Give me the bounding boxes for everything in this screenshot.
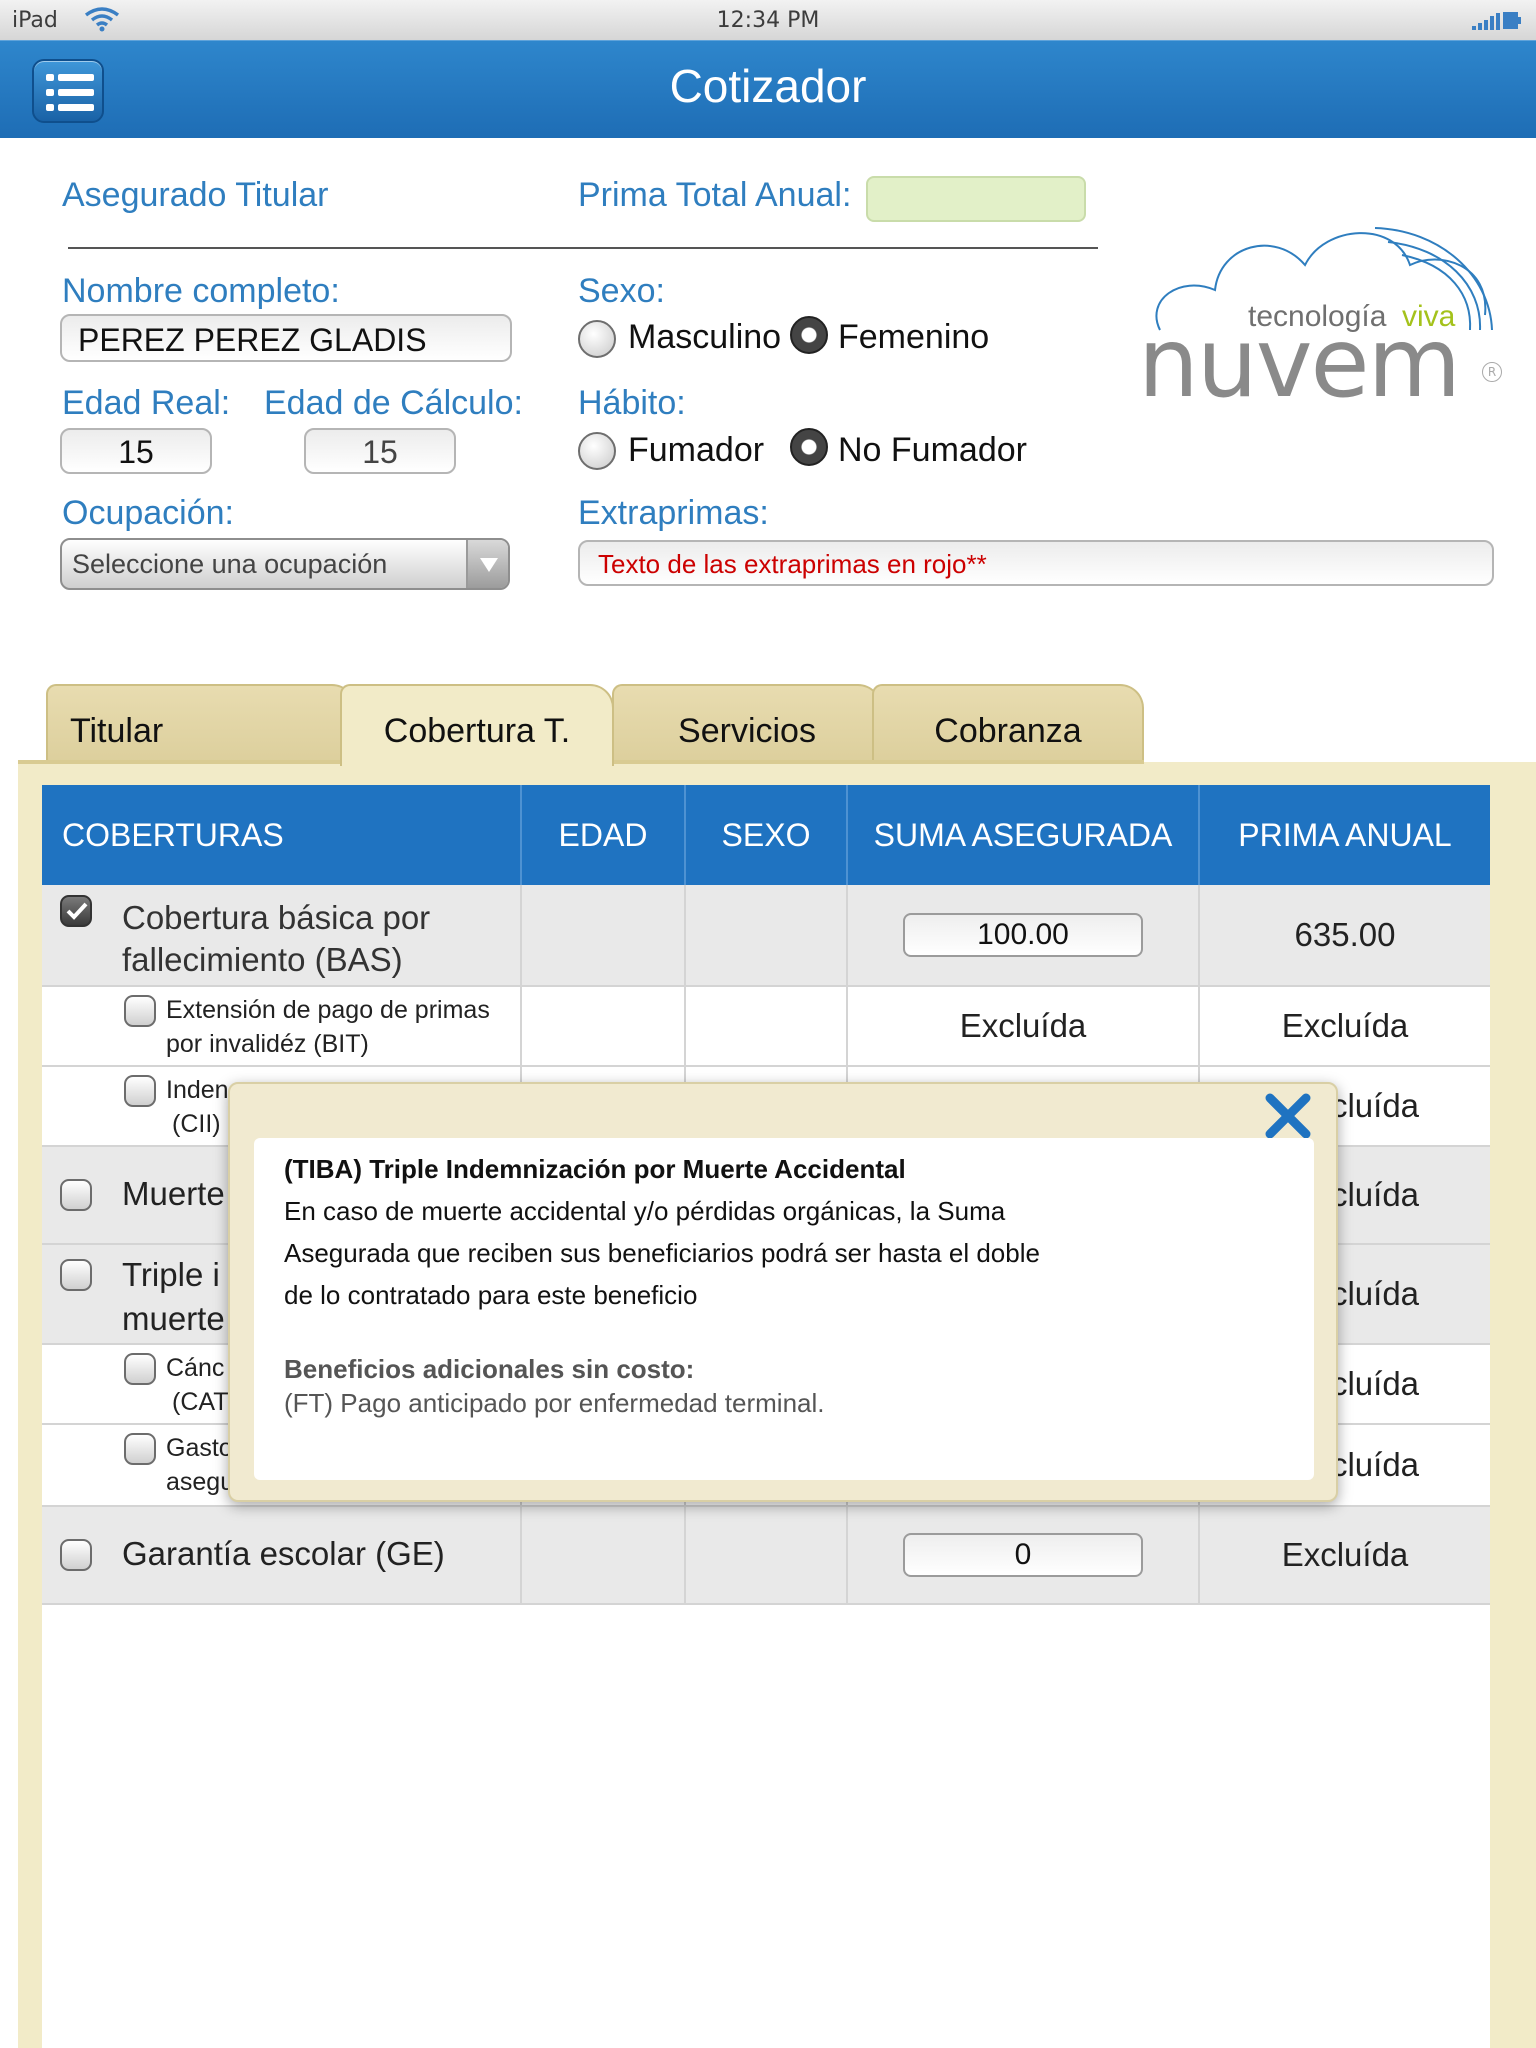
coverage-label: Extensión de pago de primas <box>166 996 490 1024</box>
checkbox[interactable] <box>124 1353 156 1385</box>
coverage-label: Muerte <box>122 1175 225 1212</box>
close-button[interactable] <box>1262 1092 1314 1140</box>
ocupacion-label: Ocupación: <box>62 494 234 532</box>
habito-label: Hábito: <box>578 384 686 422</box>
tab-titular[interactable]: Titular <box>46 684 356 764</box>
prima-total-label: Prima Total Anual: <box>578 176 852 214</box>
header-suma: SUMA ASEGURADA <box>848 785 1200 885</box>
prima-value: 635.00 <box>1200 885 1490 987</box>
status-time: 12:34 PM <box>716 8 820 33</box>
suma-value: Excluída <box>848 987 1200 1067</box>
nuvem-logo: tecnología viva nuvem R <box>1138 220 1520 420</box>
coverage-label: Garantía escolar (GE) <box>122 1535 445 1572</box>
radio-femenino[interactable] <box>790 316 828 354</box>
ocupacion-select[interactable]: Seleccione una ocupación <box>60 538 510 590</box>
table-row: Garantía escolar (GE) 0 Excluída <box>42 1507 1490 1605</box>
popup-body-line: de lo contratado para este beneficio <box>284 1280 698 1310</box>
nombre-input[interactable]: PEREZ PEREZ GLADIS <box>60 314 512 362</box>
radio-masculino-label: Masculino <box>628 318 782 356</box>
popup-subtext: (FT) Pago anticipado por enfermedad term… <box>284 1388 825 1418</box>
close-icon <box>1265 1093 1311 1139</box>
info-popup: (TIBA) Triple Indemnización por Muerte A… <box>228 1082 1338 1502</box>
edad-real-input[interactable]: 15 <box>60 428 212 474</box>
prima-total-field <box>866 176 1086 222</box>
checkbox[interactable] <box>124 1433 156 1465</box>
radio-masculino[interactable] <box>578 320 616 358</box>
suma-input[interactable]: 100.00 <box>903 913 1143 957</box>
sexo-label: Sexo: <box>578 272 665 310</box>
asegurado-titular-label: Asegurado Titular <box>62 176 329 214</box>
prima-value: Excluída <box>1200 987 1490 1067</box>
coverage-label: (CAT <box>172 1388 229 1416</box>
chevron-down-icon <box>466 540 508 588</box>
coverage-label: Gasto <box>166 1434 233 1462</box>
checkbox[interactable] <box>60 895 92 927</box>
prima-value: Excluída <box>1200 1507 1490 1605</box>
header-coberturas: COBERTURAS <box>42 785 522 885</box>
radio-femenino-label: Femenino <box>838 318 990 356</box>
coverage-label: Inden <box>166 1076 229 1104</box>
coverage-label: por invalidéz (BIT) <box>166 1030 369 1058</box>
radio-fumador[interactable] <box>578 432 616 470</box>
checkbox[interactable] <box>124 995 156 1027</box>
tab-cobranza[interactable]: Cobranza <box>872 684 1144 764</box>
popup-body-line: Asegurada que reciben sus beneficiarios … <box>284 1238 1040 1268</box>
checkmark-icon <box>66 902 88 920</box>
checkbox[interactable] <box>60 1179 92 1211</box>
edad-calculo-label: Edad de Cálculo: <box>264 384 523 422</box>
coverage-label: asegu <box>166 1468 235 1496</box>
extraprimas-label: Extraprimas: <box>578 494 769 532</box>
popup-title: (TIBA) Triple Indemnización por Muerte A… <box>284 1154 906 1184</box>
radio-no-fumador[interactable] <box>790 428 828 466</box>
table-row: Extensión de pago de primas por invalidé… <box>42 987 1490 1067</box>
checkbox[interactable] <box>60 1259 92 1291</box>
coverage-label: Cobertura básica por <box>122 899 431 936</box>
coverage-label: muerte <box>122 1300 225 1337</box>
divider <box>68 247 1098 249</box>
coverage-label: (CII) <box>172 1110 221 1138</box>
radio-fumador-label: Fumador <box>628 431 765 469</box>
status-bar: iPad 12:34 PM <box>0 0 1536 40</box>
header-prima: PRIMA ANUAL <box>1200 785 1490 885</box>
popup-content: (TIBA) Triple Indemnización por Muerte A… <box>254 1138 1314 1480</box>
radio-no-fumador-label: No Fumador <box>838 431 1027 469</box>
suma-input[interactable]: 0 <box>903 1533 1143 1577</box>
coverage-label: Triple i <box>122 1256 220 1293</box>
ocupacion-select-label: Seleccione una ocupación <box>72 549 388 579</box>
extraprimas-field: Texto de las extraprimas en rojo** <box>578 540 1494 586</box>
popup-body-line: En caso de muerte accidental y/o pérdida… <box>284 1196 1006 1226</box>
coverage-label: Cánc <box>166 1354 225 1382</box>
logo-brand: nuvem <box>1138 307 1461 419</box>
edad-calculo-input: 15 <box>304 428 456 474</box>
checkbox[interactable] <box>60 1539 92 1571</box>
tab-cobertura[interactable]: Cobertura T. <box>340 684 614 766</box>
checkbox[interactable] <box>124 1075 156 1107</box>
page-title: Cotizador <box>669 60 867 112</box>
signal-battery-icon <box>1472 10 1522 36</box>
nombre-label: Nombre completo: <box>62 272 340 310</box>
edad-real-label: Edad Real: <box>62 384 231 422</box>
tab-servicios[interactable]: Servicios <box>612 684 882 764</box>
header-edad: EDAD <box>522 785 686 885</box>
nav-bar: Cotizador <box>0 40 1536 138</box>
header-sexo: SEXO <box>686 785 848 885</box>
registered-mark: R <box>1482 362 1502 382</box>
coverage-label: fallecimiento (BAS) <box>122 941 403 978</box>
table-row: Cobertura básica por fallecimiento (BAS)… <box>42 885 1490 987</box>
